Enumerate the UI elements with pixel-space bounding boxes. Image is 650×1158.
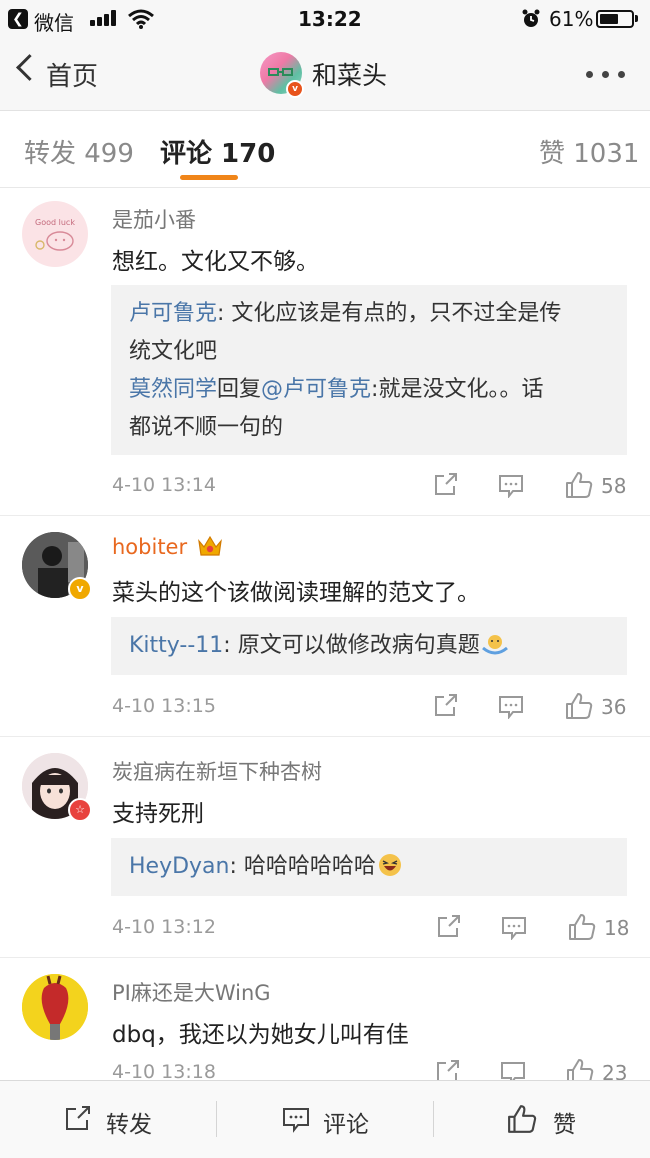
comment-text: 支持死刑 <box>112 801 204 827</box>
like-count: 18 <box>604 916 630 940</box>
repost-button[interactable]: 转发 <box>106 1105 152 1139</box>
star-badge-icon: ☆ <box>68 798 92 822</box>
reply-content: :就是没文化。。话 <box>371 377 544 402</box>
comment-text: dbq，我还以为她女儿叫有佳 <box>112 1022 409 1048</box>
comment-time: 4-10 13:12 <box>112 916 216 938</box>
laughing-emoji-icon <box>378 854 401 876</box>
reply-icon[interactable] <box>498 474 524 498</box>
status-bar: ❮ 微信 13:22 61% <box>0 0 650 38</box>
comment-item: PI麻还是大WinG dbq，我还以为她女儿叫有佳 4-10 13:18 23 <box>0 957 650 1080</box>
verified-badge-icon: v <box>68 577 92 601</box>
comment-button[interactable]: 评论 <box>323 1105 369 1139</box>
comment-item: v hobiter 菜头的这个该做阅读理解的范文了。 Kitty--11: 原文… <box>0 515 650 737</box>
comment-time: 4-10 13:18 <box>112 1061 216 1080</box>
comment-time: 4-10 13:15 <box>112 695 216 717</box>
comment-time: 4-10 13:14 <box>112 474 216 496</box>
comment-author[interactable]: PI麻还是大WinG <box>112 977 271 1007</box>
reply-content: 文化应该是有点的，只不过全是传 <box>231 301 562 326</box>
avatar[interactable]: Good luck <box>22 201 88 267</box>
comment-item: ☆ 炭疽病在新垣下种杏树 支持死刑 HeyDyan: 哈哈哈哈哈哈 4-10 1… <box>0 736 650 958</box>
shrug-emoji-icon <box>481 635 508 655</box>
like-count: 36 <box>601 695 627 719</box>
battery-percent: 61% <box>549 7 594 31</box>
comment-text: 想红。文化又不够。 <box>112 249 319 275</box>
reply-icon[interactable] <box>501 916 527 940</box>
verified-badge-icon: v <box>286 80 304 98</box>
reply-separator: : <box>229 854 244 879</box>
tab-comments[interactable]: 评论 170 <box>160 133 275 170</box>
tab-likes[interactable]: 赞 1031 <box>539 133 639 170</box>
active-tab-indicator <box>180 175 238 180</box>
reply-line-continued: 都说不顺一句的 <box>129 415 284 440</box>
reply-icon[interactable] <box>498 695 524 719</box>
reply-mention[interactable]: @卢可鲁克 <box>261 377 371 402</box>
thumbs-up-icon[interactable] <box>565 471 593 499</box>
avatar-good-luck-text: Good luck <box>35 218 75 227</box>
signal-icon <box>90 10 122 26</box>
battery-icon <box>596 10 634 28</box>
reply-line: HeyDyan: 哈哈哈哈哈哈 <box>129 848 609 886</box>
reply-user[interactable]: Kitty--11 <box>129 633 223 658</box>
back-app-label[interactable]: 微信 <box>34 7 74 36</box>
reply-icon[interactable] <box>500 1061 526 1080</box>
like-count: 58 <box>601 474 627 498</box>
reply-box[interactable]: 卢可鲁克: 文化应该是有点的，只不过全是传 统文化吧 莫然同学回复@卢可鲁克:就… <box>111 285 627 455</box>
thumbs-up-icon[interactable] <box>568 913 596 941</box>
reply-line: Kitty--11: 原文可以做修改病句真题 <box>129 627 609 665</box>
bottom-action-bar: 转发 评论 赞 <box>0 1080 650 1158</box>
divider <box>433 1101 434 1137</box>
like-icon[interactable] <box>507 1104 537 1134</box>
like-button[interactable]: 赞 <box>553 1105 576 1139</box>
thumbs-up-icon[interactable] <box>566 1058 594 1080</box>
clock: 13:22 <box>298 7 362 31</box>
more-icon[interactable] <box>586 71 626 79</box>
back-button[interactable]: 首页 <box>46 56 98 93</box>
reply-box[interactable]: Kitty--11: 原文可以做修改病句真题 <box>111 617 627 675</box>
reply-separator: : <box>223 633 238 658</box>
repost-icon[interactable] <box>64 1106 92 1132</box>
avatar[interactable] <box>22 974 88 1040</box>
reply-box[interactable]: HeyDyan: 哈哈哈哈哈哈 <box>111 838 627 896</box>
share-icon[interactable] <box>433 473 459 497</box>
back-chevron-icon[interactable] <box>16 54 43 81</box>
back-to-app-icon[interactable]: ❮ <box>8 9 28 29</box>
reply-user[interactable]: 莫然同学 <box>129 377 217 402</box>
comment-item: Good luck 是茄小番 想红。文化又不够。 卢可鲁克: 文化应该是有点的，… <box>0 188 650 516</box>
thumbs-up-icon[interactable] <box>565 692 593 720</box>
battery-nub <box>635 15 638 22</box>
tab-bar: 转发 499 评论 170 赞 1031 <box>0 111 650 188</box>
comment-icon[interactable] <box>282 1107 310 1133</box>
nav-bar: 首页 v 和菜头 <box>0 38 650 111</box>
share-icon[interactable] <box>435 1060 461 1080</box>
like-count: 23 <box>602 1061 628 1080</box>
reply-line: 卢可鲁克: 文化应该是有点的，只不过全是传 <box>129 295 609 333</box>
reply-content: 哈哈哈哈哈哈 <box>243 854 376 879</box>
tab-repost[interactable]: 转发 499 <box>24 133 134 170</box>
reply-separator: : <box>217 301 232 326</box>
reply-user[interactable]: HeyDyan <box>129 854 229 879</box>
comment-author[interactable]: 炭疽病在新垣下种杏树 <box>112 756 322 786</box>
comment-text: 菜头的这个该做阅读理解的范文了。 <box>112 580 480 606</box>
reply-line: 莫然同学回复@卢可鲁克:就是没文化。。话 <box>129 371 609 409</box>
reply-separator: 回复 <box>217 377 262 402</box>
alarm-icon <box>522 9 540 27</box>
page-title[interactable]: 和菜头 <box>312 56 387 92</box>
reply-content: 原文可以做修改病句真题 <box>237 633 480 658</box>
share-icon[interactable] <box>433 694 459 718</box>
comment-author[interactable]: 是茄小番 <box>112 204 196 234</box>
reply-user[interactable]: 卢可鲁克 <box>129 301 217 326</box>
share-icon[interactable] <box>436 915 462 939</box>
wifi-icon <box>128 9 154 29</box>
divider <box>216 1101 217 1137</box>
comment-author[interactable]: hobiter <box>112 535 187 559</box>
crown-badge-icon <box>198 535 222 556</box>
reply-line-continued: 统文化吧 <box>129 339 218 364</box>
